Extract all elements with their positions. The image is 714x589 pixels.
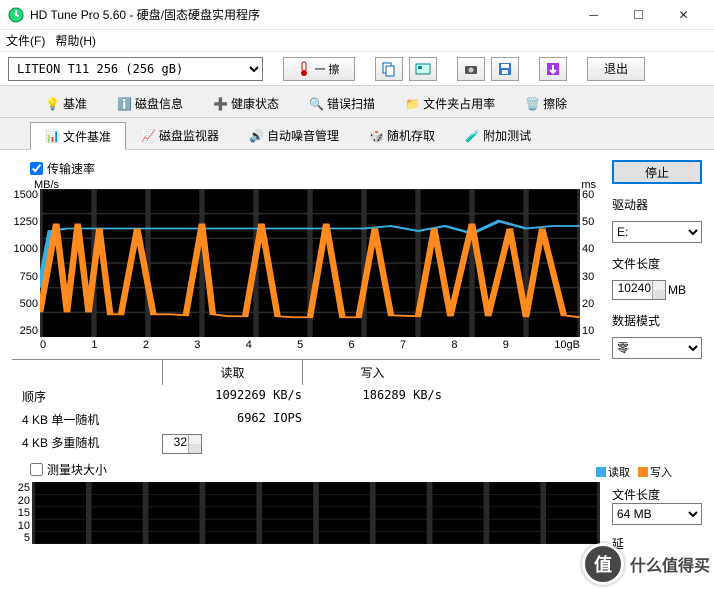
- screenshot-button[interactable]: [457, 57, 485, 81]
- search-icon: 🔍: [309, 97, 323, 111]
- save-button[interactable]: [491, 57, 519, 81]
- result-row: 4 KB 单一随机6962 IOPS: [12, 408, 600, 431]
- tab-file-benchmark[interactable]: 📊文件基准: [30, 122, 126, 150]
- exit-button[interactable]: 退出: [587, 57, 645, 81]
- tab-error-scan[interactable]: 🔍错误扫描: [294, 90, 390, 117]
- transfer-rate-label: 传输速率: [47, 160, 95, 177]
- info-icon: ℹ️: [117, 97, 131, 111]
- random-icon: 🎲: [369, 129, 383, 143]
- sound-icon: 🔊: [249, 129, 263, 143]
- filelen2-label: 文件长度: [612, 486, 702, 503]
- maximize-button[interactable]: ☐: [616, 1, 661, 29]
- temperature-button[interactable]: 一 擦: [283, 57, 355, 81]
- copy-screenshot-button[interactable]: [409, 57, 437, 81]
- datamode-label: 数据模式: [612, 312, 702, 329]
- trash-icon: 🗑️: [525, 97, 539, 111]
- file-bench-icon: 📊: [45, 129, 59, 143]
- block-size-checkbox[interactable]: [30, 463, 43, 476]
- monitor-icon: 📈: [141, 129, 155, 143]
- result-row: 4 KB 多重随机32: [12, 431, 600, 457]
- transfer-rate-checkbox[interactable]: [30, 162, 43, 175]
- health-icon: ➕: [213, 97, 227, 111]
- folder-icon: 📁: [405, 97, 419, 111]
- menu-help[interactable]: 帮助(H): [55, 32, 96, 49]
- window-title: HD Tune Pro 5.60 - 硬盘/固态硬盘实用程序: [30, 6, 571, 23]
- tab-benchmark[interactable]: 💡基准: [30, 90, 102, 117]
- drive-selector[interactable]: LITEON T11 256 (256 gB): [8, 57, 263, 81]
- result-row: 顺序1092269 KB/s186289 KB/s: [12, 385, 600, 408]
- close-button[interactable]: ✕: [661, 1, 706, 29]
- tab-folder-usage[interactable]: 📁文件夹占用率: [390, 90, 510, 117]
- filelen-label: 文件长度: [612, 255, 702, 272]
- app-icon: [8, 7, 24, 23]
- menu-file[interactable]: 文件(F): [6, 32, 45, 49]
- tab-aam[interactable]: 🔊自动噪音管理: [234, 122, 354, 149]
- tab-extra-tests[interactable]: 🧪附加测试: [450, 122, 546, 149]
- watermark: 值 什么值得买: [582, 543, 710, 585]
- tab-disk-info[interactable]: ℹ️磁盘信息: [102, 90, 198, 117]
- drive-letter-select[interactable]: E:: [612, 221, 702, 243]
- extra-icon: 🧪: [465, 129, 479, 143]
- options-button[interactable]: [539, 57, 567, 81]
- transfer-chart: MB/s ms 150012501000750500250 6050403020…: [12, 181, 600, 351]
- tab-random-access[interactable]: 🎲随机存取: [354, 122, 450, 149]
- block-size-label: 测量块大小: [47, 461, 107, 478]
- filelen-spinner[interactable]: 10240: [612, 280, 666, 300]
- col-read: 读取: [162, 360, 302, 385]
- copy-info-button[interactable]: [375, 57, 403, 81]
- datamode-select[interactable]: 零: [612, 337, 702, 359]
- tab-disk-monitor[interactable]: 📈磁盘监视器: [126, 122, 234, 149]
- tab-erase[interactable]: 🗑️擦除: [510, 90, 582, 117]
- stop-button[interactable]: 停止: [612, 160, 702, 184]
- minimize-button[interactable]: ─: [571, 1, 616, 29]
- queue-depth-spinner[interactable]: 32: [162, 434, 202, 454]
- tab-health[interactable]: ➕健康状态: [198, 90, 294, 117]
- col-write: 写入: [302, 360, 442, 385]
- block-size-chart: 252015105: [12, 482, 600, 544]
- chart-legend: 读取 写入: [596, 464, 672, 480]
- bulb-icon: 💡: [45, 97, 59, 111]
- drive-label: 驱动器: [612, 196, 702, 213]
- filelen2-select[interactable]: 64 MB: [612, 503, 702, 525]
